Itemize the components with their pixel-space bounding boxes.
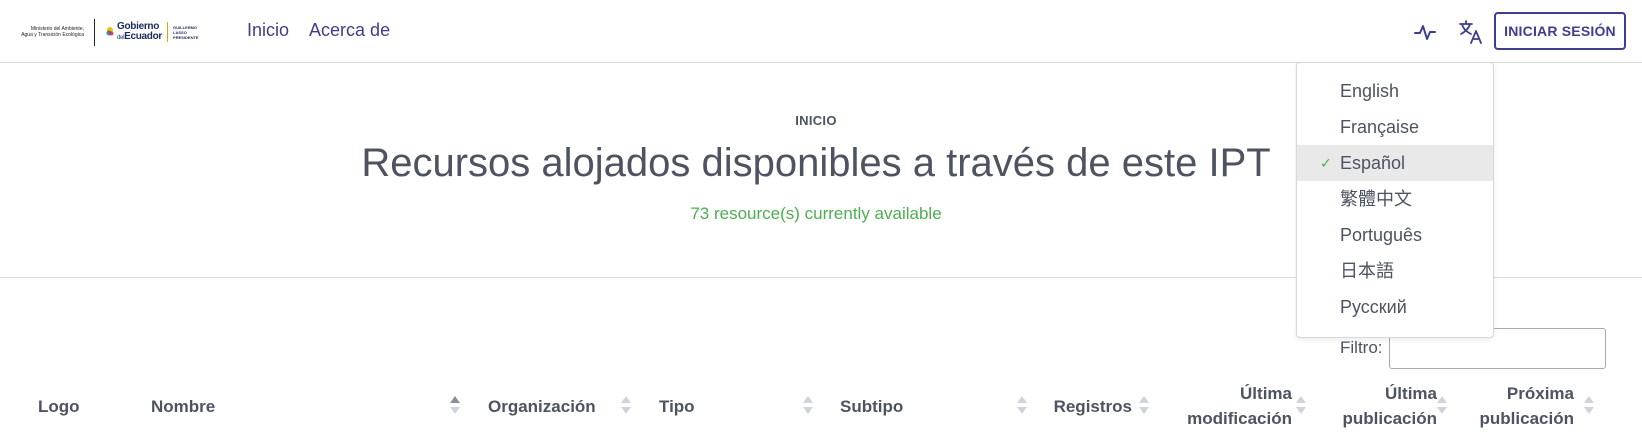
language-option-label: Русский — [1340, 297, 1407, 317]
column-header-subtype[interactable]: Subtipo — [840, 394, 903, 419]
language-option-french[interactable]: Française — [1297, 109, 1493, 145]
government-logo-text: Gobierno delEcuador — [117, 21, 163, 43]
column-header-next-publication[interactable]: Próxima publicación — [1460, 381, 1574, 431]
column-header-line: publicación — [1479, 409, 1574, 428]
nav-link-home[interactable]: Inicio — [247, 20, 289, 41]
logo-divider — [94, 18, 95, 46]
login-button[interactable]: INICIAR SESIÓN — [1494, 12, 1626, 50]
column-header-last-published[interactable]: Última publicación — [1316, 381, 1437, 431]
language-option-spanish[interactable]: ✓ Español — [1297, 145, 1493, 181]
column-header-last-modified[interactable]: Última modificación — [1170, 381, 1292, 431]
column-header-records[interactable]: Registros — [1040, 394, 1132, 419]
column-header-line: Última — [1385, 384, 1437, 403]
nav-link-about[interactable]: Acerca de — [309, 20, 390, 41]
sort-icon[interactable] — [1437, 396, 1447, 416]
language-option-russian[interactable]: Русский — [1297, 289, 1493, 325]
site-logo[interactable]: Ministerio del Ambiente, Agua y Transici… — [20, 18, 209, 46]
check-icon: ✓ — [1320, 155, 1332, 171]
column-header-type[interactable]: Tipo — [659, 394, 695, 419]
ministry-logo-text: Ministerio del Ambiente, Agua y Transici… — [21, 26, 84, 38]
filter-label: Filtro: — [1340, 338, 1383, 357]
language-option-portuguese[interactable]: Português — [1297, 217, 1493, 253]
sort-icon[interactable] — [1584, 396, 1594, 416]
sort-icon[interactable] — [1139, 396, 1149, 416]
government-logo: Gobierno delEcuador GUILLERMO LASSO PRES… — [105, 21, 209, 43]
sort-icon[interactable] — [803, 396, 813, 416]
language-option-japanese[interactable]: 日本語 — [1297, 253, 1493, 289]
language-option-label: English — [1340, 81, 1400, 101]
language-option-english[interactable]: English — [1297, 73, 1493, 109]
column-header-name[interactable]: Nombre — [151, 394, 215, 419]
column-header-organization[interactable]: Organización — [488, 394, 596, 419]
language-dropdown-menu: English Française ✓ Español 繁體中文 Portugu… — [1296, 62, 1494, 338]
language-option-label: Française — [1340, 117, 1420, 137]
sort-asc-icon[interactable] — [450, 396, 460, 416]
translate-icon[interactable] — [1458, 19, 1484, 45]
president-logo-text: GUILLERMO LASSO PRESIDENTE — [173, 24, 199, 40]
column-header-line: publicación — [1342, 409, 1437, 428]
sort-icon[interactable] — [621, 396, 631, 416]
sort-icon[interactable] — [1017, 396, 1027, 416]
ecuador-emblem-icon — [106, 27, 114, 36]
main-nav: Inicio Acerca de — [247, 20, 390, 41]
column-header-line: Próxima — [1506, 384, 1574, 403]
column-header-logo[interactable]: Logo — [38, 394, 80, 419]
logo-divider-gold — [167, 22, 169, 42]
gov-line-2b: Ecuador — [124, 30, 163, 42]
language-option-label: Português — [1340, 225, 1423, 245]
sort-icon[interactable] — [1296, 396, 1306, 416]
language-option-label: 日本語 — [1340, 261, 1394, 281]
column-header-line: Última — [1240, 384, 1292, 403]
activity-icon[interactable] — [1413, 21, 1437, 43]
language-option-chinese[interactable]: 繁體中文 — [1297, 181, 1493, 217]
top-navbar: Ministerio del Ambiente, Agua y Transici… — [0, 0, 1642, 63]
language-option-label: Español — [1340, 153, 1406, 173]
column-header-line: modificación — [1187, 409, 1292, 428]
language-option-label: 繁體中文 — [1340, 189, 1412, 209]
